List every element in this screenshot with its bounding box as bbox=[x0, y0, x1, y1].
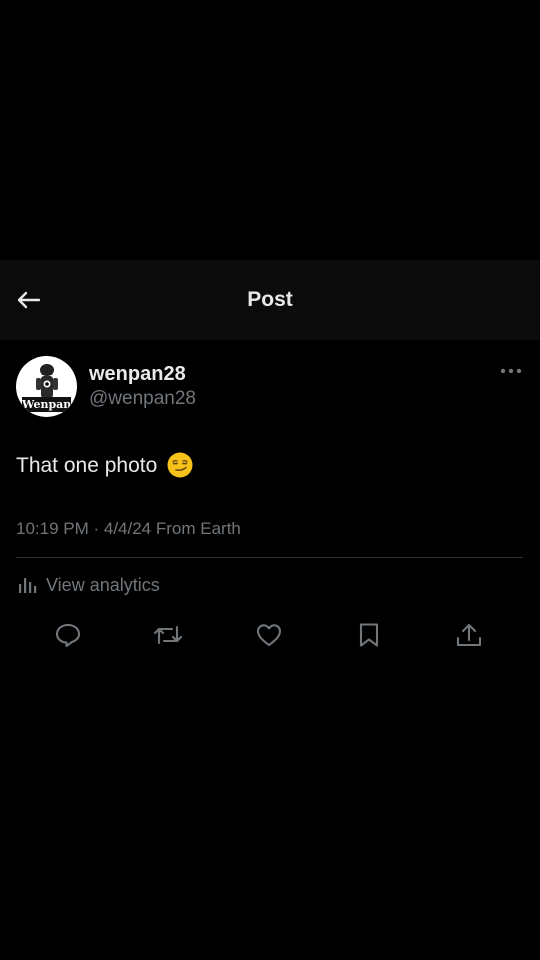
share-button[interactable] bbox=[454, 620, 484, 650]
post-action-bar bbox=[16, 620, 524, 650]
view-analytics-label: View analytics bbox=[46, 575, 160, 595]
more-options-button[interactable] bbox=[498, 364, 524, 378]
reply-button[interactable] bbox=[53, 620, 83, 650]
avatar[interactable]: Wenpan bbox=[16, 356, 77, 417]
post-timestamp-location: 10:19 PM · 4/4/24 From Earth bbox=[16, 519, 241, 538]
share-icon bbox=[456, 623, 482, 647]
page-title: Post bbox=[247, 288, 293, 311]
like-button[interactable] bbox=[254, 620, 284, 650]
divider bbox=[16, 557, 523, 558]
display-name[interactable]: wenpan28 bbox=[89, 362, 186, 386]
reply-icon bbox=[55, 623, 81, 648]
post-text: That one photo bbox=[16, 452, 193, 480]
analytics-bar-icon bbox=[19, 578, 37, 593]
view-analytics-link[interactable]: View analytics bbox=[18, 572, 160, 598]
heart-icon bbox=[256, 624, 282, 647]
bookmark-button[interactable] bbox=[354, 620, 384, 650]
user-handle[interactable]: @wenpan28 bbox=[89, 387, 196, 411]
repost-button[interactable] bbox=[153, 620, 183, 650]
post-text-content: That one photo bbox=[16, 454, 158, 477]
avatar-label: Wenpan bbox=[22, 397, 72, 412]
screen: Post Wenpan wenpan28 @wenpan28 That one … bbox=[0, 0, 540, 960]
top-app-bar: Post bbox=[0, 260, 540, 340]
bookmark-icon bbox=[359, 623, 379, 647]
more-horizontal-icon bbox=[500, 368, 522, 374]
smirking-face-emoji-icon bbox=[167, 452, 193, 478]
repost-icon bbox=[153, 625, 183, 645]
